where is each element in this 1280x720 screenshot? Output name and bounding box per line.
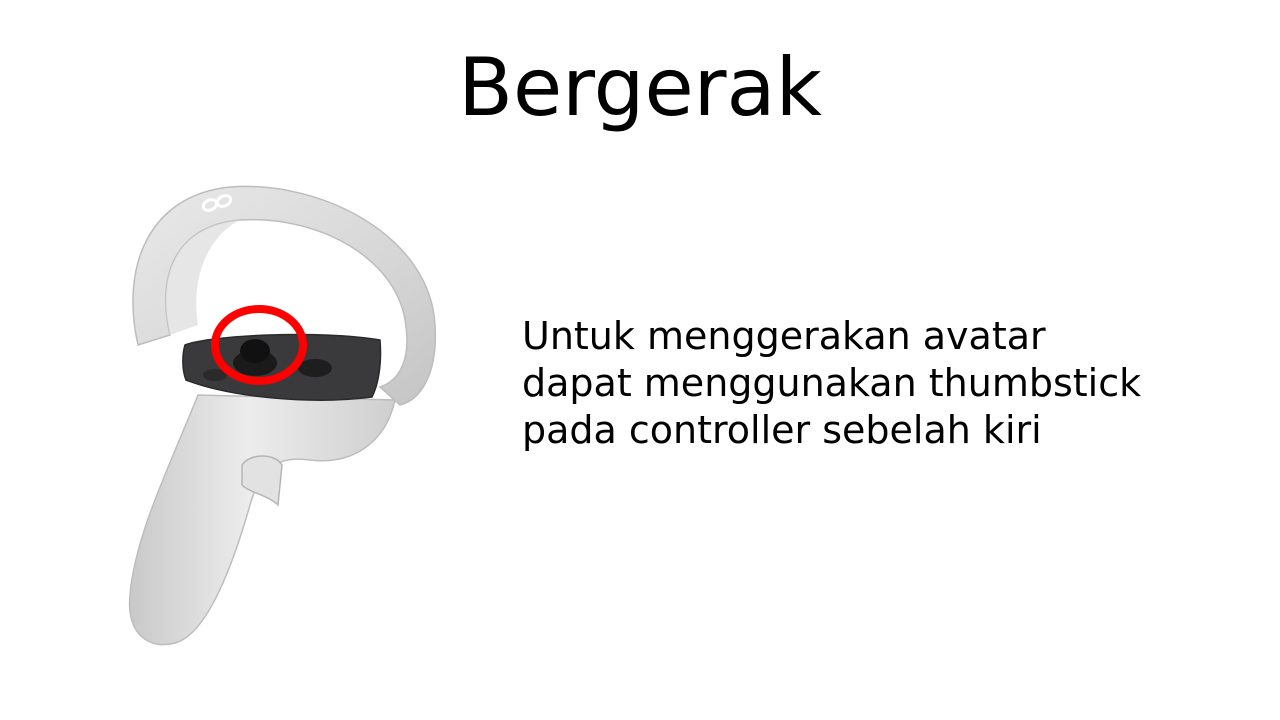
- slide-title: Bergerak: [458, 41, 822, 134]
- slide-body-text: Untuk menggerakan avatar dapat menggunak…: [522, 313, 1242, 454]
- vr-left-controller-icon: [128, 185, 437, 646]
- body-line: dapat menggunakan thumbstick: [522, 361, 1142, 405]
- presentation-slide: Bergerak Untuk menggerakan avatar dapat …: [0, 0, 1280, 720]
- body-line: pada controller sebelah kiri: [522, 408, 1042, 452]
- body-line: Untuk menggerakan avatar: [522, 314, 1046, 358]
